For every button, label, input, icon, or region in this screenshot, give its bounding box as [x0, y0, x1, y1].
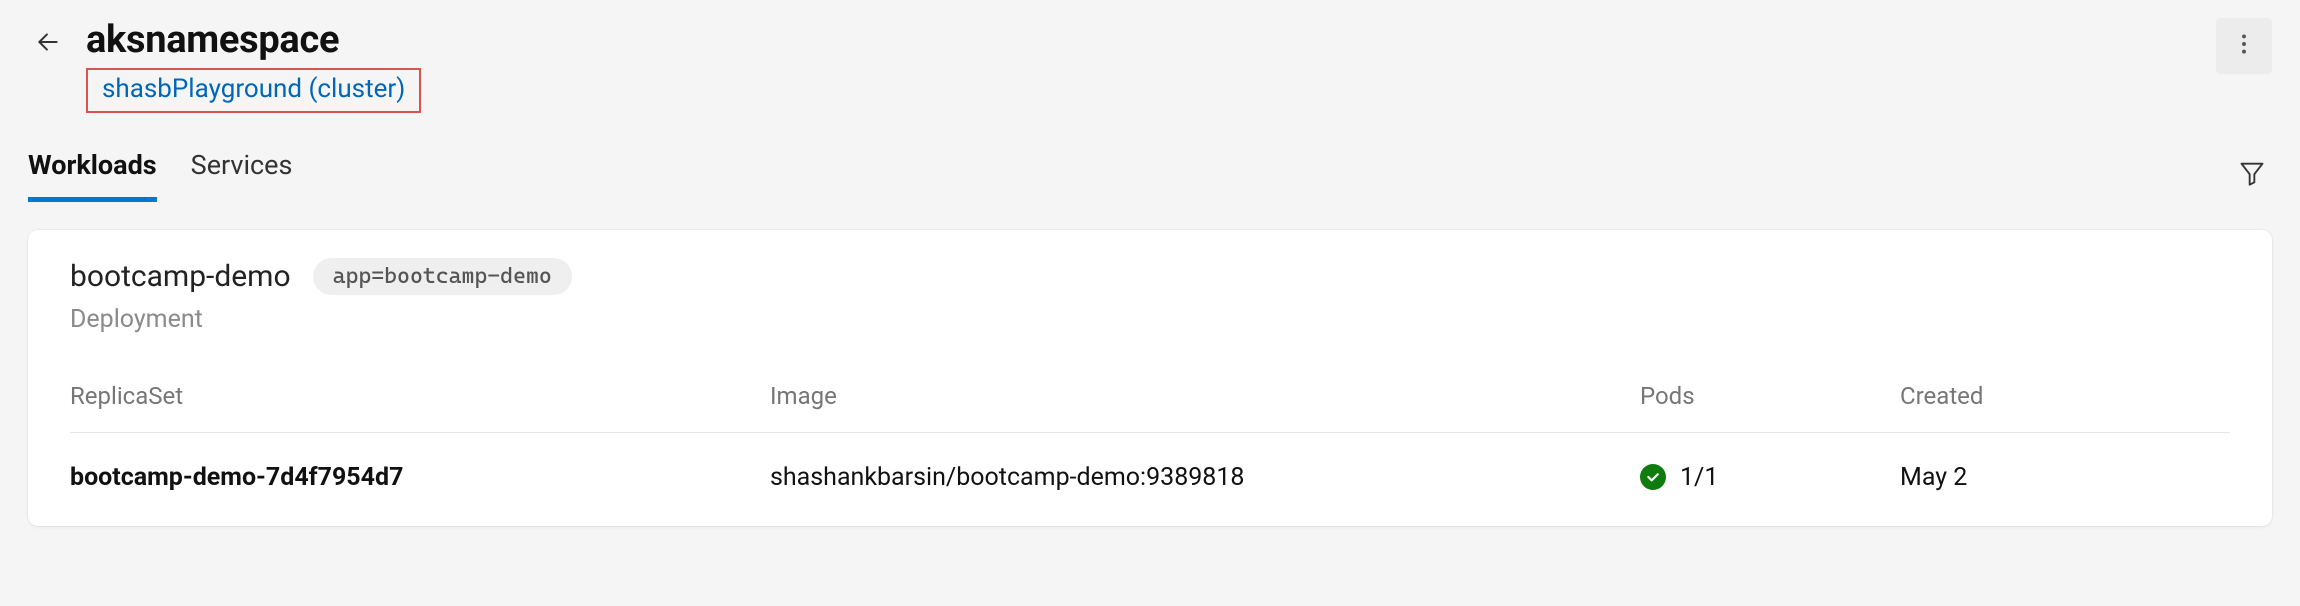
tab-services[interactable]: Services: [191, 149, 293, 202]
pods-value: 1/1: [1680, 463, 1718, 492]
workload-card: bootcamp-demo app=bootcamp-demo Deployme…: [28, 230, 2272, 526]
page-title: aksnamespace: [86, 18, 421, 64]
more-actions-button[interactable]: [2216, 18, 2272, 74]
col-image: Image: [770, 382, 1640, 410]
col-replicaset: ReplicaSet: [70, 382, 770, 410]
created-value: May 2: [1900, 463, 2230, 492]
back-button[interactable]: [28, 24, 68, 64]
tab-workloads[interactable]: Workloads: [28, 149, 157, 202]
workload-label-pill: app=bootcamp-demo: [313, 258, 572, 295]
cluster-breadcrumb-link[interactable]: shasbPlayground (cluster): [102, 74, 405, 104]
image-value: shashankbarsin/bootcamp-demo:9389818: [770, 463, 1640, 492]
workload-name[interactable]: bootcamp-demo: [70, 259, 291, 294]
workload-kind: Deployment: [70, 305, 2230, 334]
col-created: Created: [1900, 382, 2230, 410]
replicaset-name: bootcamp-demo-7d4f7954d7: [70, 463, 770, 492]
table-row[interactable]: bootcamp-demo-7d4f7954d7 shashankbarsin/…: [70, 433, 2230, 526]
breadcrumb-highlight: shasbPlayground (cluster): [86, 68, 421, 113]
status-success-icon: [1640, 464, 1666, 490]
tabs: Workloads Services: [28, 149, 292, 202]
filter-icon: [2238, 159, 2266, 191]
table-header: ReplicaSet Image Pods Created: [70, 382, 2230, 433]
col-pods: Pods: [1640, 382, 1900, 410]
kebab-menu-icon: [2231, 31, 2257, 61]
arrow-left-icon: [35, 29, 61, 59]
filter-button[interactable]: [2232, 155, 2272, 195]
